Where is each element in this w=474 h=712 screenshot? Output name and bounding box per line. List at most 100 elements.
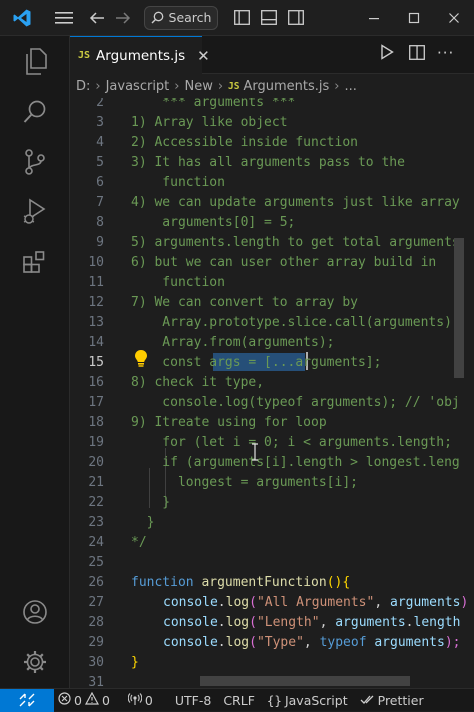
line-number: 20	[88, 455, 104, 470]
extensions-icon[interactable]	[0, 240, 70, 284]
code-line: 8) check it type,	[131, 375, 265, 390]
line-number: 15	[88, 355, 104, 370]
line-number: 11	[88, 275, 104, 290]
menu-hamburger-icon[interactable]	[44, 0, 84, 36]
breadcrumb-drive[interactable]: D:	[76, 79, 90, 94]
breadcrumb-folder-new[interactable]: New	[184, 79, 212, 94]
line-number: 26	[88, 575, 104, 590]
toggle-panel-icon[interactable]	[255, 0, 282, 36]
tab-arguments-js[interactable]: JS Arguments.js ✕	[70, 36, 210, 74]
code-line: function argumentFunction(){	[131, 575, 351, 590]
line-number: 29	[88, 635, 104, 650]
line-number-gutter: 2 3 4 5 6 7 8 9 10 11 12 13 14 15 16 17 18 19 20 21 22 23 24 25…	[70, 98, 126, 690]
settings-gear-icon[interactable]	[0, 640, 70, 684]
braces-icon: {}	[266, 692, 282, 708]
warning-icon	[84, 691, 99, 708]
chevron-right-icon: ›	[174, 78, 180, 94]
breadcrumb-folder-javascript[interactable]: Javascript	[106, 79, 170, 94]
line-number: 13	[88, 315, 104, 330]
status-bar: 0 0 0 UTF-8 CRLF {} JavaScript Prettier	[0, 688, 474, 712]
line-number: 30	[88, 655, 104, 670]
toggle-secondary-sidebar-icon[interactable]	[282, 0, 309, 36]
line-number: 7	[96, 195, 104, 210]
more-actions-icon[interactable]: ···	[437, 44, 454, 62]
line-number: 25	[88, 555, 104, 570]
formatter-label: Prettier	[377, 692, 424, 708]
js-file-icon: JS	[78, 50, 91, 61]
code-line: 2) Accessible inside function	[131, 135, 358, 150]
language-mode-selector[interactable]: {} JavaScript	[267, 693, 348, 708]
run-file-icon[interactable]	[380, 44, 394, 64]
line-number: 17	[88, 395, 104, 410]
split-editor-icon[interactable]	[409, 45, 425, 64]
code-line: for (let i = 0; i < arguments.length;	[131, 435, 452, 450]
js-file-icon: JS	[228, 80, 240, 92]
vertical-scrollbar[interactable]	[454, 98, 464, 690]
encoding-selector[interactable]: UTF-8	[175, 693, 211, 708]
tab-label: Arguments.js	[96, 47, 186, 64]
scrollbar-thumb[interactable]	[454, 238, 464, 378]
forward-arrow-icon[interactable]	[110, 0, 136, 36]
chevron-right-icon: ›	[217, 78, 224, 94]
line-number: 2	[96, 98, 104, 110]
chevron-right-icon: ›	[334, 78, 340, 94]
code-line: Array.from(arguments);	[131, 335, 335, 350]
ports-indicator[interactable]: 0	[127, 692, 153, 709]
breadcrumb-file[interactable]: Arguments.js	[244, 79, 330, 94]
search-label: Search	[168, 10, 212, 25]
ports-count: 0	[144, 692, 153, 708]
close-tab-icon[interactable]: ✕	[197, 47, 210, 65]
account-icon[interactable]	[0, 590, 70, 634]
code-editor[interactable]: 2 3 4 5 6 7 8 9 10 11 12 13 14 15 16 17 18 19 20 21 22 23 24 25…	[70, 98, 474, 690]
double-check-icon	[360, 693, 375, 708]
maximize-icon[interactable]	[394, 0, 434, 36]
broadcast-icon	[127, 692, 143, 709]
code-line: console.log("Type", typeof arguments);	[163, 635, 461, 650]
line-number: 6	[96, 175, 104, 190]
warning-count: 0	[101, 692, 110, 708]
code-line: *** arguments ***	[131, 98, 296, 110]
command-center-search[interactable]: Search	[144, 5, 218, 30]
code-content: *** arguments *** 1) Array like object 2…	[131, 98, 474, 690]
line-number: 8	[96, 215, 104, 230]
search-icon[interactable]	[0, 90, 70, 134]
line-number: 10	[88, 255, 104, 270]
code-line: */	[131, 535, 147, 550]
minimize-icon[interactable]	[354, 0, 394, 36]
remote-window-icon[interactable]	[0, 688, 54, 712]
horizontal-scrollbar[interactable]	[200, 676, 410, 686]
code-line: function	[131, 175, 225, 190]
line-number: 28	[88, 615, 104, 630]
code-line: 9) Itreate using for loop	[131, 415, 327, 430]
code-line: }	[131, 495, 171, 510]
code-line: 3) It has all arguments pass to the	[131, 155, 405, 170]
title-bar: Search	[0, 0, 474, 36]
editor-tab-bar: JS Arguments.js ✕ ···	[70, 36, 474, 74]
code-line: console.log("All Arguments", arguments)	[163, 595, 469, 610]
problems-indicator[interactable]: 0 0	[58, 691, 110, 708]
run-and-debug-icon[interactable]	[0, 190, 70, 234]
chevron-right-icon: ›	[95, 78, 101, 94]
code-line: const args = [...arguments];	[131, 355, 382, 370]
error-count: 0	[74, 692, 82, 708]
source-control-icon[interactable]	[0, 140, 70, 184]
line-number: 21	[88, 475, 104, 490]
vscode-logo-icon	[0, 0, 44, 36]
breadcrumb-more[interactable]: ...	[345, 79, 357, 94]
explorer-files-icon[interactable]	[0, 40, 70, 84]
line-number: 18	[88, 415, 104, 430]
line-number: 9	[96, 235, 104, 250]
code-line: 5) arguments.length to get total argumen…	[131, 235, 460, 250]
code-line: 7) We can convert to array by	[131, 295, 358, 310]
eol-selector[interactable]: CRLF	[223, 693, 255, 708]
line-number: 23	[88, 515, 104, 530]
code-line: 4) we can update arguments just like arr…	[131, 195, 460, 210]
back-arrow-icon[interactable]	[84, 0, 110, 36]
error-icon	[58, 692, 71, 708]
prettier-status[interactable]: Prettier	[360, 693, 424, 708]
line-number: 4	[96, 135, 104, 150]
code-line: }	[131, 655, 139, 670]
close-window-icon[interactable]	[434, 0, 474, 36]
breadcrumb: D: › Javascript › New › JS Arguments.js …	[70, 74, 474, 98]
toggle-sidebar-icon[interactable]	[228, 0, 255, 36]
